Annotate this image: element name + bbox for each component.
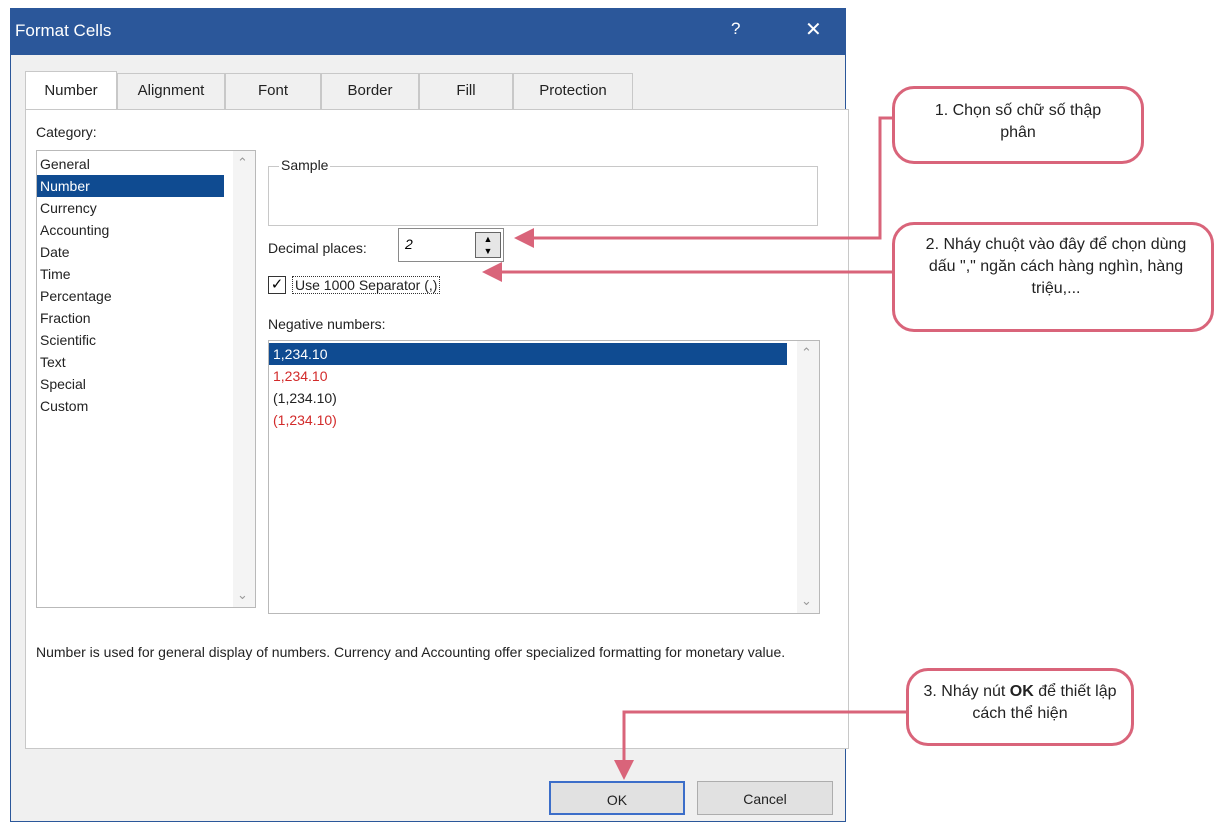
- arrow-line-decimal: [528, 116, 894, 240]
- tab-number[interactable]: Number: [25, 71, 117, 109]
- arrow-line-ok: [622, 710, 906, 764]
- callout-arrows: [482, 116, 906, 780]
- arrowhead-ok: [614, 760, 634, 780]
- arrowhead-separator: [482, 262, 502, 282]
- arrowhead-decimal: [514, 228, 534, 248]
